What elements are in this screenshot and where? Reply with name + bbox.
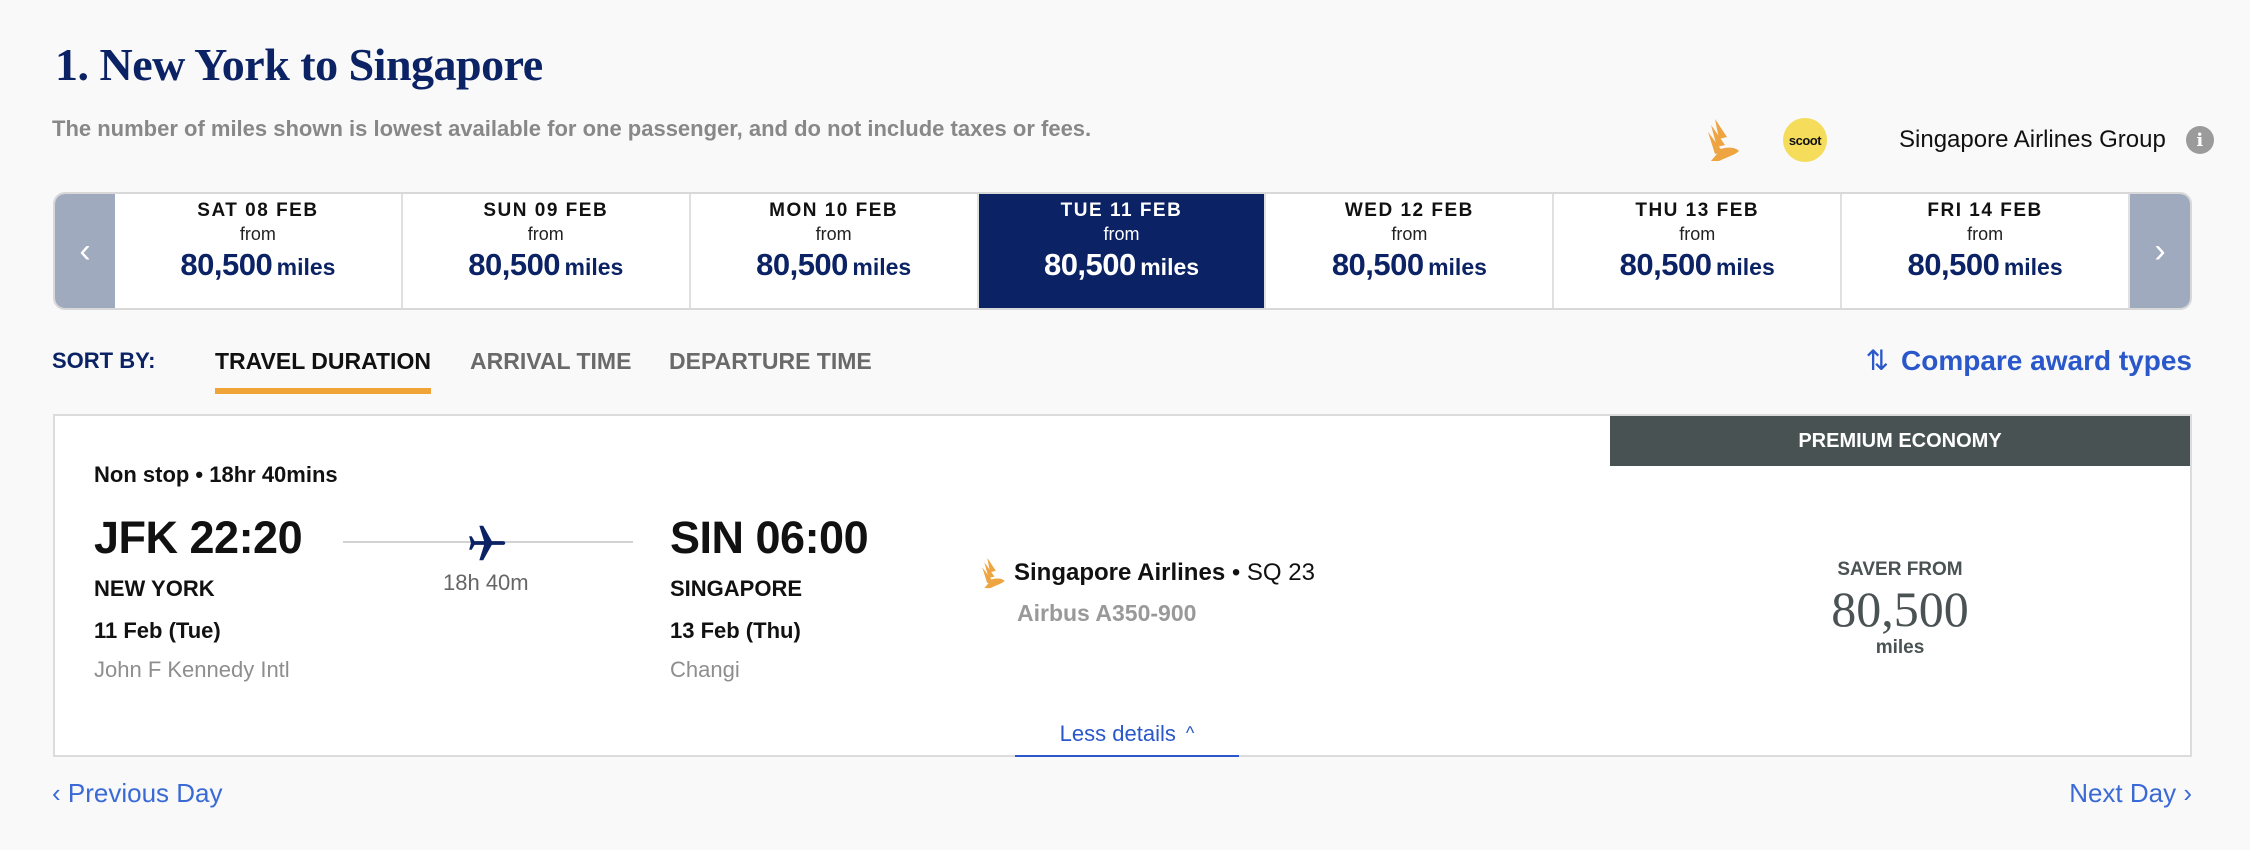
arrival-time: SIN 06:00 bbox=[670, 512, 869, 563]
date-label: SAT 08 FEB bbox=[197, 200, 319, 221]
arrival-airport: Changi bbox=[670, 657, 740, 682]
next-day-link[interactable]: Next Day › bbox=[2069, 778, 2192, 809]
fare-miles: 80,500 bbox=[1831, 581, 1969, 637]
miles-value: 80,500 bbox=[180, 247, 273, 282]
previous-day-link[interactable]: ‹ Previous Day bbox=[52, 778, 223, 809]
info-icon[interactable]: i bbox=[2185, 126, 2214, 154]
date-tab[interactable]: FRI 14 FEB from 80,500 miles bbox=[1842, 194, 2131, 308]
singapore-airlines-logo-icon bbox=[982, 557, 1005, 589]
aircraft-type: Airbus A350-900 bbox=[1017, 600, 1197, 626]
airplane-icon bbox=[469, 525, 506, 561]
date-label: WED 12 FEB bbox=[1344, 200, 1474, 221]
miles-value: 80,500 bbox=[1619, 247, 1712, 282]
arrival-city: SINGAPORE bbox=[670, 576, 803, 601]
date-tab[interactable]: SUN 09 FEB from 80,500 miles bbox=[402, 194, 691, 308]
miles-disclaimer: The number of miles shown is lowest avai… bbox=[52, 116, 1092, 141]
sort-arrows-icon: ⇅ bbox=[1865, 345, 1889, 376]
sort-tab-arrival-time[interactable]: ARRIVAL TIME bbox=[470, 348, 631, 375]
miles-value: 80,500 bbox=[1331, 247, 1424, 282]
from-label: from bbox=[1967, 224, 2004, 244]
miles-unit: miles bbox=[276, 254, 336, 280]
date-tab[interactable]: WED 12 FEB from 80,500 miles bbox=[1266, 194, 1555, 308]
less-details-toggle[interactable]: Less details ^ bbox=[1015, 712, 1239, 757]
saver-from-label: SAVER FROM bbox=[1837, 559, 1963, 580]
cabin-class-badge: PREMIUM ECONOMY bbox=[1610, 416, 2190, 466]
miles-value: 80,500 bbox=[756, 247, 848, 282]
carousel-prev-button[interactable]: ‹ bbox=[55, 194, 115, 308]
sort-tab-departure-time[interactable]: DEPARTURE TIME bbox=[669, 348, 872, 375]
date-tab[interactable]: SAT 08 FEB from 80,500 miles bbox=[115, 194, 403, 308]
from-label: from bbox=[1679, 224, 1716, 244]
miles-unit: miles bbox=[1140, 254, 1200, 280]
flight-duration: 18h 40m bbox=[443, 570, 529, 595]
separator: • bbox=[1225, 559, 1247, 586]
flight-card: PREMIUM ECONOMY Non stop • 18hr 40mins J… bbox=[53, 414, 2192, 757]
miles-value: 80,500 bbox=[1907, 247, 2000, 282]
date-tab-selected[interactable]: TUE 11 FEB from 80,500 miles bbox=[978, 194, 1267, 308]
miles-value: 80,500 bbox=[468, 247, 561, 282]
miles-unit: miles bbox=[1715, 254, 1775, 280]
sort-tab-travel-duration[interactable]: TRAVEL DURATION bbox=[215, 348, 431, 394]
from-label: from bbox=[239, 224, 276, 244]
departure-airport: John F Kennedy Intl bbox=[94, 657, 290, 682]
less-details-label: Less details bbox=[1059, 720, 1176, 746]
miles-value: 80,500 bbox=[1043, 247, 1136, 282]
arrival-date: 13 Feb (Thu) bbox=[670, 618, 801, 643]
carousel-next-button[interactable]: › bbox=[2130, 194, 2190, 308]
flight-number: SQ 23 bbox=[1246, 559, 1315, 586]
airline-info: Singapore Airlines • SQ 23 bbox=[980, 556, 1315, 590]
from-label: from bbox=[1391, 224, 1428, 244]
date-label: THU 13 FEB bbox=[1635, 200, 1760, 221]
date-label: MON 10 FEB bbox=[769, 200, 899, 221]
date-label: TUE 11 FEB bbox=[1060, 200, 1183, 221]
date-label: SUN 09 FEB bbox=[483, 200, 609, 221]
date-carousel: ‹ SAT 08 FEB from 80,500 miles SUN 09 FE… bbox=[53, 192, 2192, 310]
from-label: from bbox=[527, 224, 564, 244]
departure-time: JFK 22:20 bbox=[94, 512, 303, 563]
chevron-up-icon: ^ bbox=[1185, 723, 1195, 743]
compare-award-types-link[interactable]: ⇅ Compare award types bbox=[1866, 344, 2192, 377]
page-title: 1. New York to Singapore bbox=[55, 39, 543, 90]
stops-summary: Non stop • 18hr 40mins bbox=[94, 462, 338, 487]
miles-unit: miles bbox=[852, 254, 912, 280]
date-label: FRI 14 FEB bbox=[1927, 200, 2043, 221]
sort-bar: SORT BY: TRAVEL DURATION ARRIVAL TIME DE… bbox=[52, 344, 2192, 394]
fare-price[interactable]: SAVER FROM 80,500 miles bbox=[1610, 559, 2190, 659]
fare-unit: miles bbox=[1875, 637, 1925, 658]
miles-unit: miles bbox=[2003, 254, 2063, 280]
miles-unit: miles bbox=[564, 254, 624, 280]
airline-group-label: Singapore Airlines Group bbox=[1899, 126, 2166, 153]
singapore-airlines-logo-icon bbox=[1708, 119, 1739, 161]
from-label: from bbox=[1103, 224, 1140, 244]
scoot-logo-icon: scoot bbox=[1783, 118, 1827, 162]
chevron-right-icon: › bbox=[2154, 231, 2166, 270]
date-tab[interactable]: MON 10 FEB from 80,500 miles bbox=[690, 194, 979, 308]
airline-name: Singapore Airlines bbox=[1014, 559, 1226, 586]
date-tab[interactable]: THU 13 FEB from 80,500 miles bbox=[1554, 194, 1843, 308]
chevron-left-icon: ‹ bbox=[79, 231, 91, 270]
from-label: from bbox=[815, 224, 852, 244]
departure-date: 11 Feb (Tue) bbox=[94, 618, 221, 643]
airline-group-filter: scoot Singapore Airlines Group i bbox=[1705, 112, 2214, 168]
sort-by-label: SORT BY: bbox=[52, 348, 156, 373]
compare-award-types-label: Compare award types bbox=[1901, 344, 2192, 376]
departure-city: NEW YORK bbox=[94, 576, 215, 601]
miles-unit: miles bbox=[1428, 254, 1487, 280]
